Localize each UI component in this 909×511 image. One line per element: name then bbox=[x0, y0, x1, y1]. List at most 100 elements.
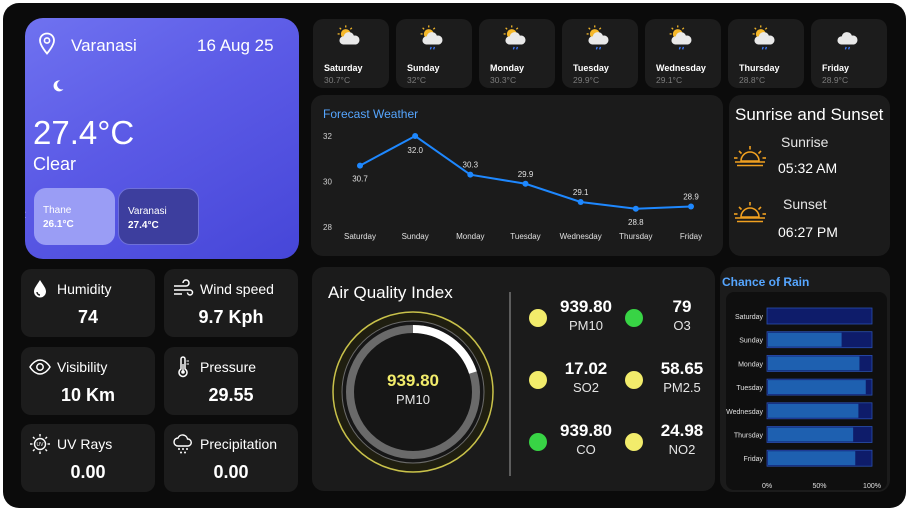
daily-card-tuesday[interactable]: Tuesday 29.9°C bbox=[562, 19, 638, 88]
sunrise-icon bbox=[734, 146, 766, 167]
daily-day-name: Sunday bbox=[407, 63, 440, 73]
forecast-point bbox=[357, 162, 363, 169]
stat-value: 10 Km bbox=[60, 385, 116, 405]
pollutant-status-dot bbox=[529, 433, 547, 451]
rain-bar bbox=[768, 356, 860, 371]
current-condition: Clear bbox=[33, 154, 77, 174]
stat-label: UV Rays bbox=[57, 436, 113, 452]
x-tick-label: Sunday bbox=[402, 232, 429, 241]
x-tick-label: Saturday bbox=[344, 232, 376, 241]
x-tick-label: Thursday bbox=[619, 232, 652, 241]
aqi-gauge-label: PM10 bbox=[396, 392, 430, 407]
daily-day-name: Wednesday bbox=[656, 63, 706, 73]
stat-label: Wind speed bbox=[200, 281, 274, 297]
x-tick-label: Monday bbox=[456, 232, 484, 241]
daily-card-wednesday[interactable]: Wednesday 29.1°C bbox=[645, 19, 721, 88]
forecast-point bbox=[632, 205, 639, 212]
daily-day-name: Friday bbox=[822, 63, 850, 73]
daily-day-name: Saturday bbox=[324, 63, 363, 73]
forecast-point bbox=[522, 180, 529, 187]
sun-cloud-rain-icon bbox=[752, 25, 775, 50]
rain-category-label: Monday bbox=[738, 361, 763, 368]
pollutant-pm10: 939.80 PM10 bbox=[529, 297, 619, 341]
location-pin-icon bbox=[39, 32, 55, 55]
pollutant-co: 939.80 CO bbox=[529, 421, 619, 465]
pollutant-o3: 79 O3 bbox=[625, 297, 715, 341]
chance-of-rain-panel: Chance of Rain Saturday Sunday Monday Tuesd… bbox=[720, 267, 890, 492]
daily-card-friday[interactable]: Friday 28.9°C bbox=[811, 19, 887, 88]
location-card-thane[interactable]: Thane 26.1°C bbox=[34, 188, 115, 245]
stat-value: 0.00 bbox=[70, 462, 106, 482]
pollutant-status-dot bbox=[625, 309, 643, 327]
forecast-data-label: 28.9 bbox=[683, 193, 699, 202]
daily-temp: 28.9°C bbox=[822, 75, 849, 85]
stat-uv-rays: UV UV Rays 0.00 bbox=[21, 424, 155, 492]
stat-precipitation: Precipitation 0.00 bbox=[164, 424, 298, 492]
aqi-divider bbox=[509, 292, 511, 476]
wind-icon bbox=[174, 279, 194, 296]
pollutant-name: NO2 bbox=[668, 442, 696, 457]
stat-humidity: Humidity 74 bbox=[21, 269, 155, 337]
current-date: 16 Aug 25 bbox=[197, 36, 274, 55]
daily-card-saturday[interactable]: Saturday 30.7°C bbox=[313, 19, 389, 88]
location-card-varanasi[interactable]: Varanasi 27.4°C bbox=[118, 188, 199, 245]
daily-temp: 30.3°C bbox=[490, 75, 517, 85]
stat-label: Humidity bbox=[57, 281, 112, 297]
moon-icon bbox=[53, 80, 64, 92]
thermometer-icon bbox=[178, 356, 189, 378]
location-name: Thane bbox=[43, 205, 72, 216]
rain-category-label: Wednesday bbox=[726, 409, 763, 416]
rain-category-label: Saturday bbox=[735, 314, 764, 321]
rain-chart-area: Saturday Sunday Monday Tuesday Wednesday Thur… bbox=[726, 292, 887, 490]
cloud-drizzle-icon bbox=[173, 434, 192, 454]
rain-category-label: Tuesday bbox=[736, 385, 763, 392]
forecast-data-label: 29.1 bbox=[573, 188, 589, 197]
location-temp: 26.1°C bbox=[43, 219, 74, 230]
forecast-data-label: 30.3 bbox=[463, 161, 479, 170]
stat-value: 74 bbox=[77, 307, 99, 327]
x-tick-label: Wednesday bbox=[560, 232, 602, 241]
air-quality-panel: Air Quality Index 939.80 PM10 939.80 PM10… bbox=[312, 267, 715, 491]
rain-bar bbox=[768, 332, 842, 347]
pollutant-name: PM2.5 bbox=[663, 380, 701, 395]
daily-temp: 32°C bbox=[407, 75, 426, 85]
pollutant-value: 939.80 bbox=[560, 297, 612, 316]
chevron-left-icon[interactable]: ‹ bbox=[25, 206, 26, 224]
sunrise-sunset-panel: Sunrise and Sunset Sunrise 05:32 AM Suns… bbox=[729, 95, 890, 256]
stat-label: Visibility bbox=[57, 359, 108, 375]
stat-label: Pressure bbox=[200, 359, 257, 375]
rain-x-tick-label: 100% bbox=[863, 483, 881, 490]
daily-day-name: Tuesday bbox=[573, 63, 609, 73]
daily-day-name: Monday bbox=[490, 63, 525, 73]
daily-card-sunday[interactable]: Sunday 32°C bbox=[396, 19, 472, 88]
daily-temp: 30.7°C bbox=[324, 75, 351, 85]
sunrise-label: Sunrise bbox=[781, 134, 829, 150]
eye-icon bbox=[29, 359, 51, 375]
current-city: Varanasi bbox=[71, 36, 137, 55]
daily-card-monday[interactable]: Monday 30.3°C bbox=[479, 19, 555, 88]
stat-value: 9.7 Kph bbox=[198, 307, 264, 327]
partly-cloudy-sun-icon bbox=[337, 25, 360, 45]
rain-bar bbox=[768, 427, 854, 442]
y-tick-label: 30 bbox=[323, 178, 332, 187]
rain-bar bbox=[768, 380, 866, 395]
rain-x-tick-label: 0% bbox=[762, 483, 772, 490]
sun-cloud-rain-icon bbox=[420, 25, 443, 50]
svg-text:UV: UV bbox=[37, 442, 45, 448]
y-tick-label: 32 bbox=[323, 132, 332, 141]
aqi-gauge-value: 939.80 bbox=[387, 371, 439, 390]
daily-temp: 29.1°C bbox=[656, 75, 683, 85]
pollutant-value: 79 bbox=[672, 297, 692, 316]
daily-temp: 29.9°C bbox=[573, 75, 600, 85]
sunrise-time: 05:32 AM bbox=[778, 160, 838, 176]
sunset-time: 06:27 PM bbox=[778, 224, 838, 240]
daily-card-thursday[interactable]: Thursday 28.8°C bbox=[728, 19, 804, 88]
rain-bar bbox=[768, 451, 856, 466]
uv-sun-icon: UV bbox=[30, 434, 50, 454]
pollutant-value: 24.98 bbox=[660, 421, 704, 440]
rain-bar-chart: Saturday Sunday Monday Tuesday Wednesday Thur… bbox=[726, 307, 881, 490]
forecast-data-label: 32.0 bbox=[407, 146, 423, 155]
stat-pressure: Pressure 29.55 bbox=[164, 347, 298, 415]
sun-cloud-rain-icon bbox=[669, 25, 692, 50]
sun-title: Sunrise and Sunset bbox=[735, 105, 884, 124]
